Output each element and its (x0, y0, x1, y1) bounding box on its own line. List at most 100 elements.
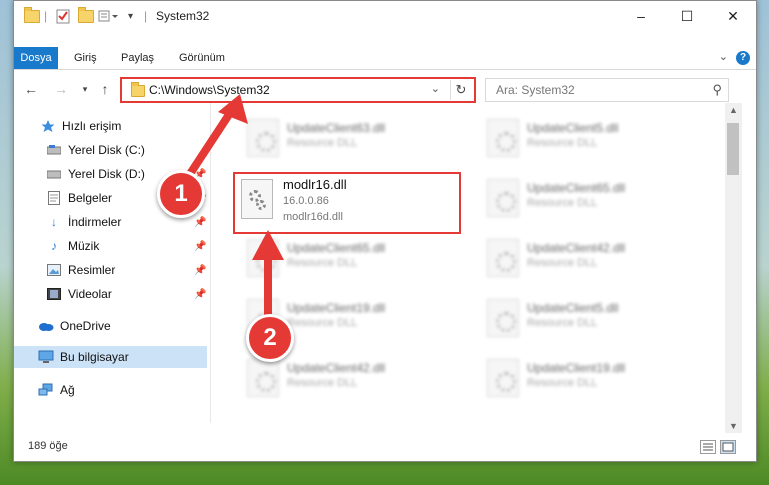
pin-icon[interactable]: 📌 (194, 289, 206, 300)
sidebar-item-pictures[interactable]: Resimler 📌 (46, 259, 206, 281)
file-type: Resource DLL (527, 137, 598, 149)
sidebar-item-label: Yerel Disk (C:) (68, 143, 145, 157)
sidebar-item-label: İndirmeler (68, 215, 122, 229)
pictures-icon (46, 262, 62, 278)
pin-icon[interactable]: 📌 (194, 217, 206, 228)
drive-icon (46, 142, 62, 158)
separator: | (44, 9, 48, 23)
sidebar-item-label: Ağ (60, 383, 75, 397)
sidebar-item-disk-d[interactable]: Yerel Disk (D:) 📌 (46, 163, 206, 185)
tab-home[interactable]: Giriş (74, 47, 97, 69)
maximize-button[interactable]: ☐ (664, 1, 710, 31)
step-badge-2: 2 (246, 314, 294, 362)
sidebar-item-videos[interactable]: Videolar 📌 (46, 283, 206, 305)
sidebar-item-quick-access[interactable]: Hızlı erişim (40, 115, 121, 137)
search-icon: ⚲ (712, 82, 722, 97)
computer-icon (38, 349, 54, 365)
documents-icon (46, 190, 62, 206)
sidebar-item-documents[interactable]: Belgeler 📌 (46, 187, 206, 209)
step-badge-1: 1 (157, 170, 205, 218)
music-icon: ♪ (51, 239, 57, 253)
file-type: Resource DLL (287, 137, 358, 149)
dll-file-icon (487, 179, 519, 217)
pin-icon[interactable]: 📌 (194, 241, 206, 252)
details-view-icon[interactable] (700, 440, 716, 454)
tab-share[interactable]: Paylaş (121, 47, 154, 69)
scroll-thumb[interactable] (727, 123, 739, 175)
sidebar-item-disk-c[interactable]: Yerel Disk (C:) (46, 139, 145, 161)
customize-quick-access-icon[interactable] (98, 8, 120, 24)
drive-icon (46, 166, 62, 182)
dll-file-icon (487, 239, 519, 277)
back-button[interactable]: ← (22, 79, 40, 99)
file-name: UpdateClient42.dll (287, 361, 386, 375)
file-name: UpdateClient65.dll (527, 181, 626, 195)
sidebar-item-music[interactable]: ♪ Müzik 📌 (46, 235, 206, 257)
list-item[interactable]: UpdateClient63.dll Resource DLL (239, 109, 469, 161)
file-type: Resource DLL (287, 257, 358, 269)
item-count: 189 öğe (28, 440, 68, 452)
star-icon (40, 118, 56, 134)
new-folder-icon[interactable] (78, 6, 94, 24)
file-name: UpdateClient5.dll (527, 301, 619, 315)
close-button[interactable]: ✕ (710, 1, 756, 31)
file-name: UpdateClient42.dll (527, 241, 626, 255)
status-bar: 189 öğe (14, 433, 756, 459)
sidebar-item-label: OneDrive (60, 319, 111, 333)
scroll-up-icon[interactable]: ▲ (725, 105, 742, 115)
file-name: UpdateClient19.dll (287, 301, 386, 315)
network-icon (38, 382, 54, 398)
dll-file-icon (487, 119, 519, 157)
file-type: Resource DLL (287, 317, 358, 329)
sidebar-item-network[interactable]: Ağ (38, 379, 75, 401)
list-item[interactable]: UpdateClient65.dll Resource DLL (479, 169, 709, 221)
search-input[interactable]: Ara: System32 ⚲ (485, 78, 729, 102)
video-icon (46, 286, 62, 302)
file-type: Resource DLL (287, 377, 358, 389)
properties-icon[interactable] (56, 8, 70, 24)
expand-ribbon-icon[interactable]: ⌄ (719, 50, 728, 63)
forward-button[interactable]: → (52, 79, 70, 99)
up-button[interactable]: ↑ (96, 79, 114, 99)
dll-file-icon (487, 359, 519, 397)
title-bar: | ▾ | System32 – ☐ ✕ (14, 1, 756, 31)
explorer-window: | ▾ | System32 – ☐ ✕ Dosya Giriş Paylaş … (13, 0, 757, 462)
file-name: UpdateClient63.dll (287, 121, 386, 135)
scroll-down-icon[interactable]: ▼ (725, 421, 742, 431)
sidebar-item-label: Müzik (68, 239, 100, 253)
sidebar-item-label: Bu bilgisayar (60, 350, 129, 364)
pin-icon[interactable]: 📌 (194, 265, 206, 276)
file-name: UpdateClient5.dll (527, 121, 619, 135)
file-name: UpdateClient19.dll (527, 361, 626, 375)
file-list: UpdateClient63.dll Resource DLL UpdateCl… (211, 103, 739, 423)
window-title: System32 (156, 9, 210, 23)
minimize-button[interactable]: – (618, 1, 664, 31)
file-name: UpdateClient65.dll (287, 241, 386, 255)
search-placeholder: Ara: System32 (496, 83, 575, 97)
dropdown-arrow-icon[interactable]: ▾ (128, 8, 133, 24)
list-item[interactable]: UpdateClient42.dll Resource DLL (479, 229, 709, 281)
sidebar-item-label: Yerel Disk (D:) (68, 167, 145, 181)
tiles-view-icon[interactable] (720, 440, 736, 454)
folder-icon (24, 6, 40, 24)
vertical-scrollbar[interactable]: ▲ ▼ (725, 103, 742, 433)
list-item[interactable]: UpdateClient5.dll Resource DLL (479, 109, 709, 161)
sidebar-item-onedrive[interactable]: OneDrive (38, 315, 111, 337)
sidebar-item-this-pc[interactable]: Bu bilgisayar (38, 346, 129, 368)
tab-file[interactable]: Dosya (14, 47, 58, 69)
sidebar-item-label: Resimler (68, 263, 116, 277)
recent-locations-icon[interactable]: ▾ (76, 79, 94, 99)
tab-view[interactable]: Görünüm (179, 47, 225, 69)
list-item[interactable]: UpdateClient19.dll Resource DLL (479, 349, 709, 401)
ribbon-tabs: Dosya Giriş Paylaş Görünüm ⌄ ? (14, 47, 756, 70)
sidebar-item-label: Videolar (68, 287, 112, 301)
download-icon: ↓ (51, 215, 57, 229)
separator: | (144, 9, 148, 23)
help-icon[interactable]: ? (736, 51, 750, 65)
file-type: Resource DLL (527, 197, 598, 209)
list-item[interactable]: UpdateClient5.dll Resource DLL (479, 289, 709, 341)
sidebar-item-downloads[interactable]: ↓ İndirmeler 📌 (46, 211, 206, 233)
file-type: Resource DLL (527, 377, 598, 389)
cloud-icon (38, 318, 54, 334)
dll-file-icon (487, 299, 519, 337)
